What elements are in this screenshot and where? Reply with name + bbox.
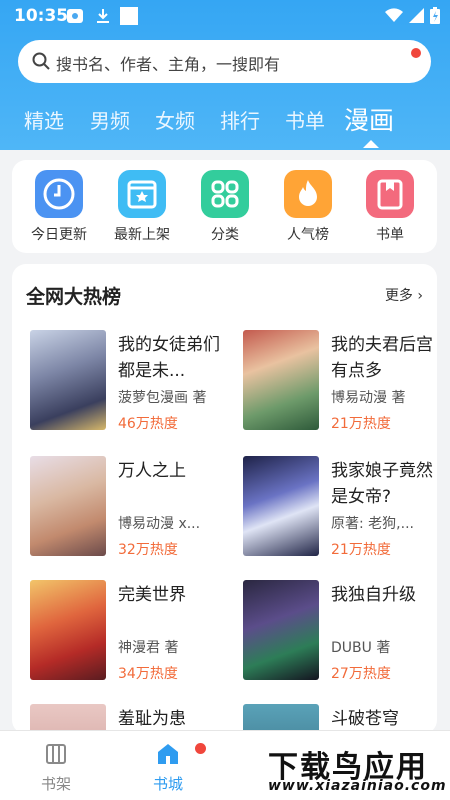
status-bar: 10:35 bbox=[0, 0, 450, 32]
download-icon bbox=[97, 9, 109, 23]
chevron-right-icon: › bbox=[412, 288, 423, 304]
book-author: 原著: 老狗,... bbox=[331, 516, 414, 532]
search-badge-dot bbox=[411, 48, 421, 58]
book-author: 菠萝包漫画 著 bbox=[118, 390, 207, 406]
tab-male[interactable]: 男频 bbox=[90, 105, 130, 134]
quick-entry-card: 今日更新 最新上架 分类 人气榜 书单 bbox=[12, 160, 437, 253]
nav-bookshelf[interactable]: 书架 bbox=[26, 741, 86, 794]
book-author: DUBU 著 bbox=[331, 640, 391, 656]
nav-label: 书城 bbox=[152, 775, 183, 793]
tab-comics[interactable]: 漫画 bbox=[344, 101, 394, 137]
book-title: 万人之上 bbox=[118, 461, 186, 481]
book-cover bbox=[30, 330, 106, 430]
book-title: 我的夫君后宫有点多 bbox=[331, 335, 433, 381]
battery-icon bbox=[430, 7, 440, 24]
book-cover bbox=[30, 580, 106, 680]
book-item[interactable]: 完美世界 神漫君 著 34万热度 bbox=[30, 580, 230, 690]
book-heat: 21万热度 bbox=[331, 416, 391, 432]
book-heat: 46万热度 bbox=[118, 416, 178, 432]
quick-popular[interactable]: 人气榜 bbox=[278, 170, 338, 244]
book-title: 我独自升级 bbox=[331, 585, 416, 605]
book-author: 博易动漫 著 bbox=[331, 390, 406, 406]
status-time: 10:35 bbox=[14, 6, 69, 26]
book-cover bbox=[243, 580, 319, 680]
book-item[interactable]: 我的夫君后宫有点多 博易动漫 著 21万热度 bbox=[243, 330, 443, 440]
signal-icon bbox=[409, 8, 424, 23]
wifi-icon bbox=[385, 8, 403, 22]
book-heat: 32万热度 bbox=[118, 542, 178, 558]
quick-label: 书单 bbox=[376, 227, 404, 243]
store-icon bbox=[158, 744, 178, 764]
fire-icon bbox=[284, 170, 332, 218]
bookmark-book-icon bbox=[366, 170, 414, 218]
book-heat: 27万热度 bbox=[331, 666, 391, 682]
star-box-icon bbox=[118, 170, 166, 218]
quick-label: 最新上架 bbox=[114, 227, 170, 243]
book-title: 完美世界 bbox=[118, 585, 186, 605]
book-title: 斗破苍穹 bbox=[331, 709, 399, 729]
book-heat: 21万热度 bbox=[331, 542, 391, 558]
book-cover bbox=[243, 456, 319, 556]
book-cover bbox=[243, 330, 319, 430]
watermark-url: www.xiazainiao.com bbox=[268, 778, 447, 794]
book-item[interactable]: 我家娘子竟然是女帝? 原著: 老狗,... 21万热度 bbox=[243, 456, 443, 566]
hot-ranking-card: 全网大热榜 更多 › 我的女徒弟们都是未... 菠萝包漫画 著 46万热度 我的… bbox=[12, 264, 437, 800]
book-cover bbox=[30, 456, 106, 556]
category-tabs: 精选 男频 女频 排行 书单 漫画 bbox=[0, 100, 450, 140]
book-title: 我家娘子竟然是女帝? bbox=[331, 461, 433, 507]
book-item[interactable]: 我的女徒弟们都是未... 菠萝包漫画 著 46万热度 bbox=[30, 330, 230, 440]
bookshelf-icon bbox=[46, 744, 66, 764]
quick-new-release[interactable]: 最新上架 bbox=[112, 170, 172, 244]
quick-label: 分类 bbox=[211, 227, 239, 243]
book-author: 神漫君 著 bbox=[118, 640, 179, 656]
tab-ranking[interactable]: 排行 bbox=[220, 105, 260, 134]
search-icon bbox=[32, 52, 50, 70]
quick-today-update[interactable]: 今日更新 bbox=[29, 170, 89, 244]
nav-badge-dot bbox=[195, 743, 206, 754]
book-title: 羞耻为患 bbox=[118, 709, 186, 729]
book-heat: 34万热度 bbox=[118, 666, 178, 682]
book-author: 博易动漫 x... bbox=[118, 516, 201, 532]
search-placeholder: 搜书名、作者、主角，一搜即有 bbox=[56, 55, 281, 74]
nav-bookstore[interactable]: 书城 bbox=[138, 741, 198, 794]
grid-icon bbox=[201, 170, 249, 218]
nav-label: 书架 bbox=[40, 775, 71, 793]
clock-icon bbox=[35, 170, 83, 218]
book-item[interactable]: 我独自升级 DUBU 著 27万热度 bbox=[243, 580, 443, 690]
tab-booklist[interactable]: 书单 bbox=[285, 105, 325, 134]
more-link[interactable]: 更多 › bbox=[385, 285, 423, 305]
more-label: 更多 bbox=[384, 288, 413, 304]
notification-app-icon bbox=[67, 9, 83, 23]
quick-label: 人气榜 bbox=[287, 227, 329, 243]
header: 10:35 搜书名、作者、主角，一搜即有 精选 男频 女频 排行 书单 漫画 bbox=[0, 0, 450, 150]
search-bar[interactable]: 搜书名、作者、主角，一搜即有 bbox=[18, 40, 431, 83]
section-title: 全网大热榜 bbox=[26, 286, 122, 308]
tab-female[interactable]: 女频 bbox=[155, 105, 195, 134]
quick-label: 今日更新 bbox=[31, 227, 87, 243]
tab-featured[interactable]: 精选 bbox=[24, 105, 64, 134]
square-notification-icon bbox=[120, 7, 138, 25]
watermark: 下载鸟应用 www.xiazainiao.com bbox=[262, 738, 446, 798]
quick-category[interactable]: 分类 bbox=[195, 170, 255, 244]
quick-booklist[interactable]: 书单 bbox=[360, 170, 420, 244]
book-title: 我的女徒弟们都是未... bbox=[118, 335, 220, 381]
book-item[interactable]: 万人之上 博易动漫 x... 32万热度 bbox=[30, 456, 230, 566]
active-tab-indicator bbox=[363, 140, 379, 148]
